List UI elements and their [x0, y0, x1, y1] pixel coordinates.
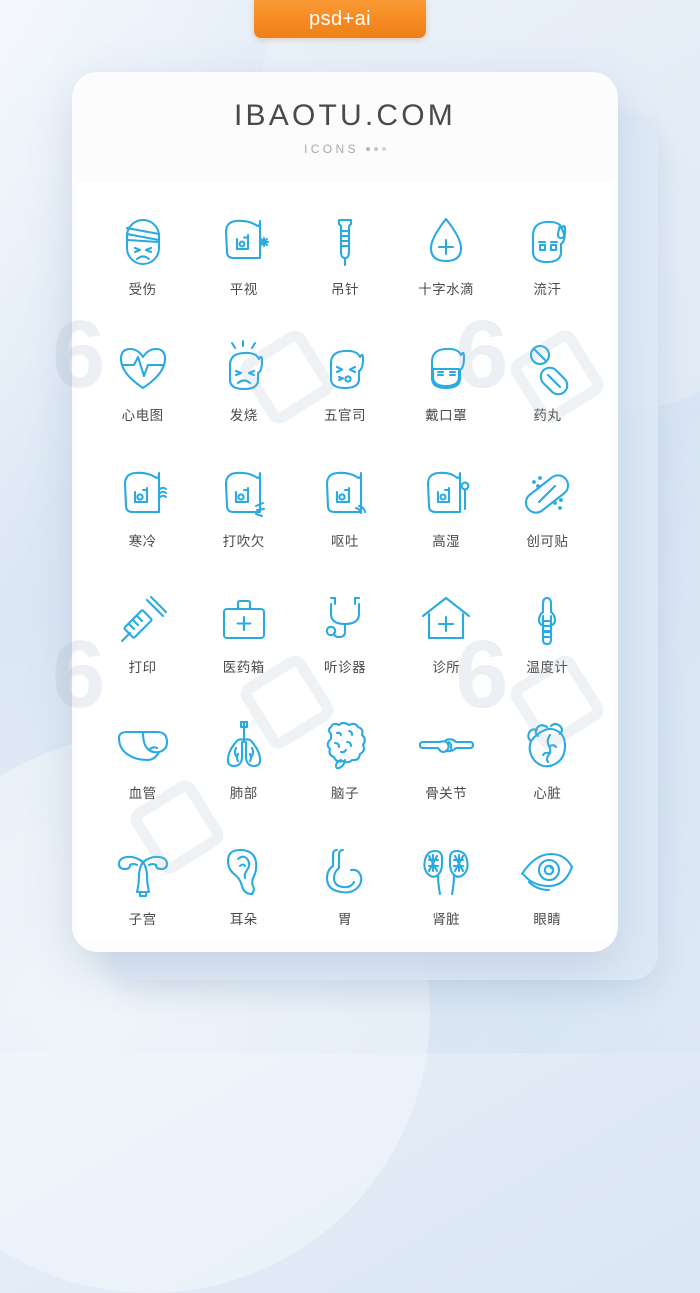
- icon-label: 子宫: [128, 912, 157, 927]
- icon-label: 肾脏: [432, 912, 461, 927]
- humidity-profile-icon: [416, 456, 476, 532]
- icon-cell-face-mask[interactable]: 戴口罩: [396, 330, 497, 448]
- icon-label: 耳朵: [229, 912, 258, 927]
- format-badge: psd+ai: [254, 0, 426, 38]
- icon-label: 骨关节: [425, 786, 468, 801]
- stomach-icon: [315, 834, 375, 910]
- icon-label: 心电图: [121, 408, 164, 423]
- icon-label: 流汗: [533, 282, 562, 297]
- icon-cell-sweating-face[interactable]: 流汗: [497, 204, 598, 322]
- icon-cell-facial-features[interactable]: 五官司: [294, 330, 395, 448]
- icon-label: 呕吐: [330, 534, 359, 549]
- icon-label: 戴口罩: [425, 408, 468, 423]
- thermometer-icon: [517, 582, 577, 658]
- icon-cell-cold-profile[interactable]: 寒冷: [92, 456, 193, 574]
- icon-cell-side-profile-face[interactable]: 平视: [193, 204, 294, 322]
- icon-label: 眼睛: [533, 912, 562, 927]
- pills-icon: [517, 330, 577, 406]
- vomit-profile-icon: [315, 456, 375, 532]
- icon-cell-vomit-profile[interactable]: 呕吐: [294, 456, 395, 574]
- icon-label: 打吹欠: [222, 534, 265, 549]
- icon-cell-lungs[interactable]: 肺部: [193, 708, 294, 826]
- dots-decoration-icon: [366, 146, 386, 151]
- icon-label: 寒冷: [128, 534, 157, 549]
- icon-cell-clinic-house[interactable]: 诊所: [396, 582, 497, 700]
- iv-drip-icon: [315, 204, 375, 280]
- icon-cell-kidneys[interactable]: 肾脏: [396, 834, 497, 952]
- medical-kit-icon: [214, 582, 274, 658]
- syringe-icon: [113, 582, 173, 658]
- icon-label: 脑子: [330, 786, 359, 801]
- heart-ecg-icon: [113, 330, 173, 406]
- icon-label: 平视: [229, 282, 258, 297]
- kidneys-icon: [416, 834, 476, 910]
- icon-label: 五官司: [323, 408, 366, 423]
- icon-grid: 受伤 平视 吊针 十字水滴 流汗心电图 发烧 五官司 戴口罩 药丸寒冷 打吹欠 呕吐 高湿 创可贴打印 医…: [92, 204, 598, 952]
- icon-label: 血管: [128, 786, 157, 801]
- side-profile-face-icon: [214, 204, 274, 280]
- icon-cell-ear[interactable]: 耳朵: [193, 834, 294, 952]
- icon-cell-bandaged-head[interactable]: 受伤: [92, 204, 193, 322]
- icon-label: 发烧: [229, 408, 258, 423]
- icon-label: 胃: [337, 912, 352, 927]
- icon-panel: 受伤 平视 吊针 十字水滴 流汗心电图 发烧 五官司 戴口罩 药丸寒冷 打吹欠 呕吐 高湿 创可贴打印 医…: [78, 182, 612, 942]
- icon-cell-fever-face[interactable]: 发烧: [193, 330, 294, 448]
- eye-icon: [517, 834, 577, 910]
- icon-cell-stethoscope[interactable]: 听诊器: [294, 582, 395, 700]
- icon-cell-pills[interactable]: 药丸: [497, 330, 598, 448]
- icon-set-card: IBAOTU.COM ICONS 受伤 平视 吊针 十字水滴 流汗心电图 发烧 五官司 戴口罩…: [72, 72, 618, 952]
- icon-cell-bandage-plaster[interactable]: 创可贴: [497, 456, 598, 574]
- icon-label: 药丸: [533, 408, 562, 423]
- icon-cell-heart-ecg[interactable]: 心电图: [92, 330, 193, 448]
- icon-cell-uterus[interactable]: 子宫: [92, 834, 193, 952]
- clinic-house-icon: [416, 582, 476, 658]
- icon-label: 心脏: [533, 786, 562, 801]
- icon-label: 听诊器: [323, 660, 366, 675]
- icon-label: 打印: [128, 660, 157, 675]
- icon-cell-thermometer[interactable]: 温度计: [497, 582, 598, 700]
- icon-cell-bone-joint[interactable]: 骨关节: [396, 708, 497, 826]
- icon-cell-brain[interactable]: 脑子: [294, 708, 395, 826]
- icon-cell-heart-organ[interactable]: 心脏: [497, 708, 598, 826]
- yawn-profile-icon: [214, 456, 274, 532]
- icon-label: 高湿: [432, 534, 461, 549]
- fever-face-icon: [214, 330, 274, 406]
- icon-label: 创可贴: [526, 534, 569, 549]
- icon-label: 诊所: [432, 660, 461, 675]
- icon-label: 肺部: [229, 786, 258, 801]
- cross-water-drop-icon: [416, 204, 476, 280]
- stethoscope-icon: [315, 582, 375, 658]
- icon-cell-liver[interactable]: 血管: [92, 708, 193, 826]
- heart-organ-icon: [517, 708, 577, 784]
- uterus-icon: [113, 834, 173, 910]
- bone-joint-icon: [416, 708, 476, 784]
- icon-cell-iv-drip[interactable]: 吊针: [294, 204, 395, 322]
- card-header: IBAOTU.COM ICONS: [72, 72, 618, 182]
- sweating-face-icon: [517, 204, 577, 280]
- icon-label: 吊针: [330, 282, 359, 297]
- facial-features-icon: [315, 330, 375, 406]
- icon-cell-stomach[interactable]: 胃: [294, 834, 395, 952]
- icon-label: 医药箱: [222, 660, 265, 675]
- icon-label: 温度计: [526, 660, 569, 675]
- liver-icon: [113, 708, 173, 784]
- icon-cell-medical-kit[interactable]: 医药箱: [193, 582, 294, 700]
- lungs-icon: [214, 708, 274, 784]
- icon-cell-eye[interactable]: 眼睛: [497, 834, 598, 952]
- bandage-plaster-icon: [517, 456, 577, 532]
- page-title: IBAOTU.COM: [233, 98, 456, 132]
- ear-icon: [214, 834, 274, 910]
- face-mask-icon: [416, 330, 476, 406]
- icon-cell-syringe[interactable]: 打印: [92, 582, 193, 700]
- icon-label: 十字水滴: [418, 282, 475, 297]
- icon-label: 受伤: [128, 282, 157, 297]
- page-subtitle: ICONS: [303, 141, 359, 156]
- cold-profile-icon: [113, 456, 173, 532]
- icon-cell-yawn-profile[interactable]: 打吹欠: [193, 456, 294, 574]
- brain-icon: [315, 708, 375, 784]
- subtitle-row: ICONS: [304, 142, 386, 156]
- icon-cell-cross-water-drop[interactable]: 十字水滴: [396, 204, 497, 322]
- bandaged-head-icon: [113, 204, 173, 280]
- icon-cell-humidity-profile[interactable]: 高湿: [396, 456, 497, 574]
